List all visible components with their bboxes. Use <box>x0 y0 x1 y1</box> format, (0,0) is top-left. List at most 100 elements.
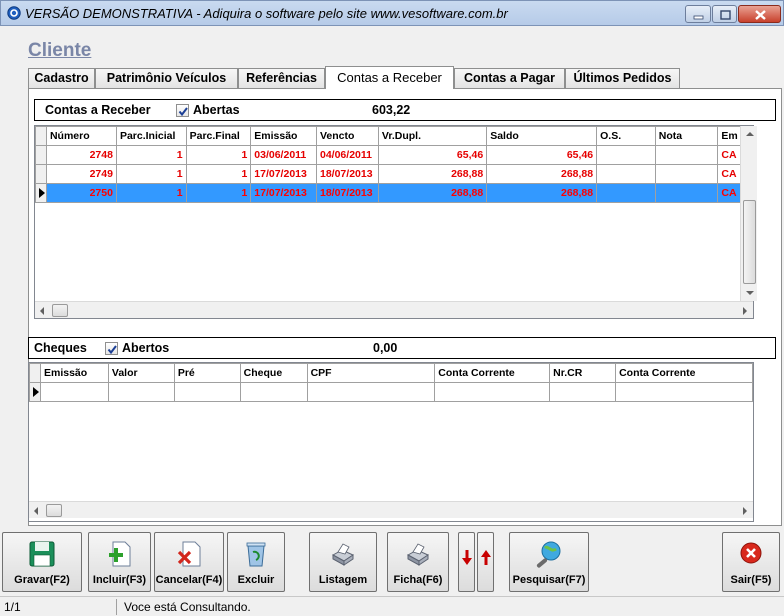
save-button-label: Gravar(F2) <box>14 574 70 586</box>
cheques-open-checkbox[interactable] <box>105 342 118 355</box>
column-header-pre[interactable]: Pré <box>173 363 241 383</box>
cell-emissao[interactable]: 03/06/2011 <box>250 145 317 165</box>
cell-vr-dupl[interactable]: 65,46 <box>377 145 488 165</box>
cheques-table: Emissão Valor Pré Cheque CPF Conta Corre… <box>29 363 753 402</box>
cancel-button[interactable]: Cancelar(F4) <box>154 532 224 592</box>
table-row[interactable]: 2748 1 1 03/06/2011 04/06/2011 65,46 65,… <box>35 145 753 165</box>
column-header-valor[interactable]: Valor <box>107 363 175 383</box>
insert-button-label: Incluir(F3) <box>92 574 147 586</box>
receivables-open-checkbox[interactable] <box>176 104 189 117</box>
column-header-cheque[interactable]: Cheque <box>239 363 308 383</box>
delete-button[interactable]: Excluir <box>227 532 285 592</box>
list-button[interactable]: Listagem <box>309 532 377 592</box>
cell-cheque[interactable] <box>239 382 308 402</box>
column-header-nr-cr[interactable]: Nr.CR <box>549 363 617 383</box>
cell-nr-cr[interactable] <box>549 382 617 402</box>
vertical-scroll-thumb[interactable] <box>743 200 756 284</box>
column-header-cpf[interactable]: CPF <box>306 363 436 383</box>
cell-parc-inicial[interactable]: 1 <box>115 164 187 184</box>
cheques-header: Cheques Abertos 0,00 <box>28 337 776 359</box>
status-separator <box>116 599 117 615</box>
maximize-button[interactable] <box>712 5 737 23</box>
cell-parc-inicial[interactable]: 1 <box>115 145 187 165</box>
cell-nota[interactable] <box>654 164 719 184</box>
cell-numero[interactable]: 2749 <box>45 164 117 184</box>
cheques-grid[interactable]: Emissão Valor Pré Cheque CPF Conta Corre… <box>28 362 754 522</box>
cell-vencto[interactable]: 04/06/2011 <box>316 145 379 165</box>
column-header-parc-inicial[interactable]: Parc.Inicial <box>115 126 187 146</box>
cell-parc-final[interactable]: 1 <box>185 183 252 203</box>
cell-vr-dupl[interactable]: 268,88 <box>377 164 488 184</box>
tab-cadastro[interactable]: Cadastro <box>28 68 95 88</box>
scroll-right-icon[interactable] <box>743 507 747 515</box>
cell-vencto[interactable]: 18/07/2013 <box>316 164 379 184</box>
cell-emissao[interactable]: 17/07/2013 <box>250 164 317 184</box>
cell-numero[interactable]: 2750 <box>45 183 117 203</box>
table-row-selected[interactable]: 2750 1 1 17/07/2013 18/07/2013 268,88 26… <box>35 183 753 203</box>
scroll-down-icon[interactable] <box>746 291 754 295</box>
save-button[interactable]: Gravar(F2) <box>2 532 82 592</box>
column-header-emissao[interactable]: Emissão <box>250 126 317 146</box>
search-button-label: Pesquisar(F7) <box>512 574 586 586</box>
cell-saldo[interactable]: 65,46 <box>486 145 598 165</box>
cell-numero[interactable]: 2748 <box>45 145 117 165</box>
horizontal-scroll-thumb[interactable] <box>46 504 62 517</box>
scroll-left-icon[interactable] <box>34 507 38 515</box>
search-button[interactable]: Pesquisar(F7) <box>509 532 589 592</box>
cell-pre[interactable] <box>173 382 241 402</box>
cell-parc-final[interactable]: 1 <box>185 145 252 165</box>
cell-saldo[interactable]: 268,88 <box>486 164 598 184</box>
scroll-left-icon[interactable] <box>40 307 44 315</box>
cell-vencto[interactable]: 18/07/2013 <box>316 183 379 203</box>
close-button[interactable] <box>738 5 781 23</box>
horizontal-scroll-thumb[interactable] <box>52 304 68 317</box>
receivables-vertical-scrollbar[interactable] <box>740 126 757 301</box>
cell-vr-dupl[interactable]: 268,88 <box>377 183 488 203</box>
move-down-button[interactable] <box>458 532 475 592</box>
cell-conta-corrente-2[interactable] <box>615 382 753 402</box>
tab-ultimos-pedidos[interactable]: Últimos Pedidos <box>565 68 680 88</box>
cell-emissao[interactable] <box>39 382 109 402</box>
cell-os[interactable] <box>596 183 656 203</box>
column-header-conta-corrente-2[interactable]: Conta Corrente <box>615 363 753 383</box>
scroll-up-icon[interactable] <box>746 132 754 136</box>
receivables-horizontal-scrollbar[interactable] <box>35 301 753 318</box>
tab-referencias[interactable]: Referências <box>238 68 325 88</box>
cell-parc-final[interactable]: 1 <box>185 164 252 184</box>
cell-nota[interactable] <box>654 145 719 165</box>
column-header-vencto[interactable]: Vencto <box>316 126 379 146</box>
column-header-saldo[interactable]: Saldo <box>486 126 598 146</box>
column-header-numero[interactable]: Número <box>45 126 117 146</box>
exit-button[interactable]: Sair(F5) <box>722 532 780 592</box>
column-header-nota[interactable]: Nota <box>654 126 719 146</box>
column-header-emissao[interactable]: Emissão <box>39 363 109 383</box>
scroll-right-icon[interactable] <box>743 307 747 315</box>
cell-parc-inicial[interactable]: 1 <box>115 183 187 203</box>
cell-os[interactable] <box>596 145 656 165</box>
tab-contas-a-receber[interactable]: Contas a Receber <box>325 66 454 89</box>
cell-emissao[interactable]: 17/07/2013 <box>250 183 317 203</box>
table-row[interactable] <box>29 382 753 402</box>
cell-os[interactable] <box>596 164 656 184</box>
exit-button-label: Sair(F5) <box>730 574 772 586</box>
table-row[interactable]: 2749 1 1 17/07/2013 18/07/2013 268,88 26… <box>35 164 753 184</box>
sheet-button[interactable]: Ficha(F6) <box>387 532 449 592</box>
cheques-horizontal-scrollbar[interactable] <box>29 501 753 518</box>
column-header-conta-corrente[interactable]: Conta Corrente <box>434 363 551 383</box>
cheques-total: 0,00 <box>373 341 398 355</box>
close-icon <box>755 10 766 20</box>
column-header-os[interactable]: O.S. <box>596 126 656 146</box>
cell-conta-corrente[interactable] <box>434 382 551 402</box>
minimize-button[interactable] <box>685 5 711 23</box>
cell-saldo[interactable]: 268,88 <box>486 183 598 203</box>
move-up-button[interactable] <box>477 532 494 592</box>
column-header-vr-dupl[interactable]: Vr.Dupl. <box>377 126 488 146</box>
cell-valor[interactable] <box>107 382 175 402</box>
cell-cpf[interactable] <box>306 382 436 402</box>
receivables-grid[interactable]: Número Parc.Inicial Parc.Final Emissão V… <box>34 125 754 319</box>
column-header-parc-final[interactable]: Parc.Final <box>185 126 252 146</box>
tab-contas-a-pagar[interactable]: Contas a Pagar <box>454 68 565 88</box>
tab-patrimonio-veiculos[interactable]: Patrimônio Veículos <box>95 68 238 88</box>
insert-button[interactable]: Incluir(F3) <box>88 532 151 592</box>
cell-nota[interactable] <box>654 183 719 203</box>
